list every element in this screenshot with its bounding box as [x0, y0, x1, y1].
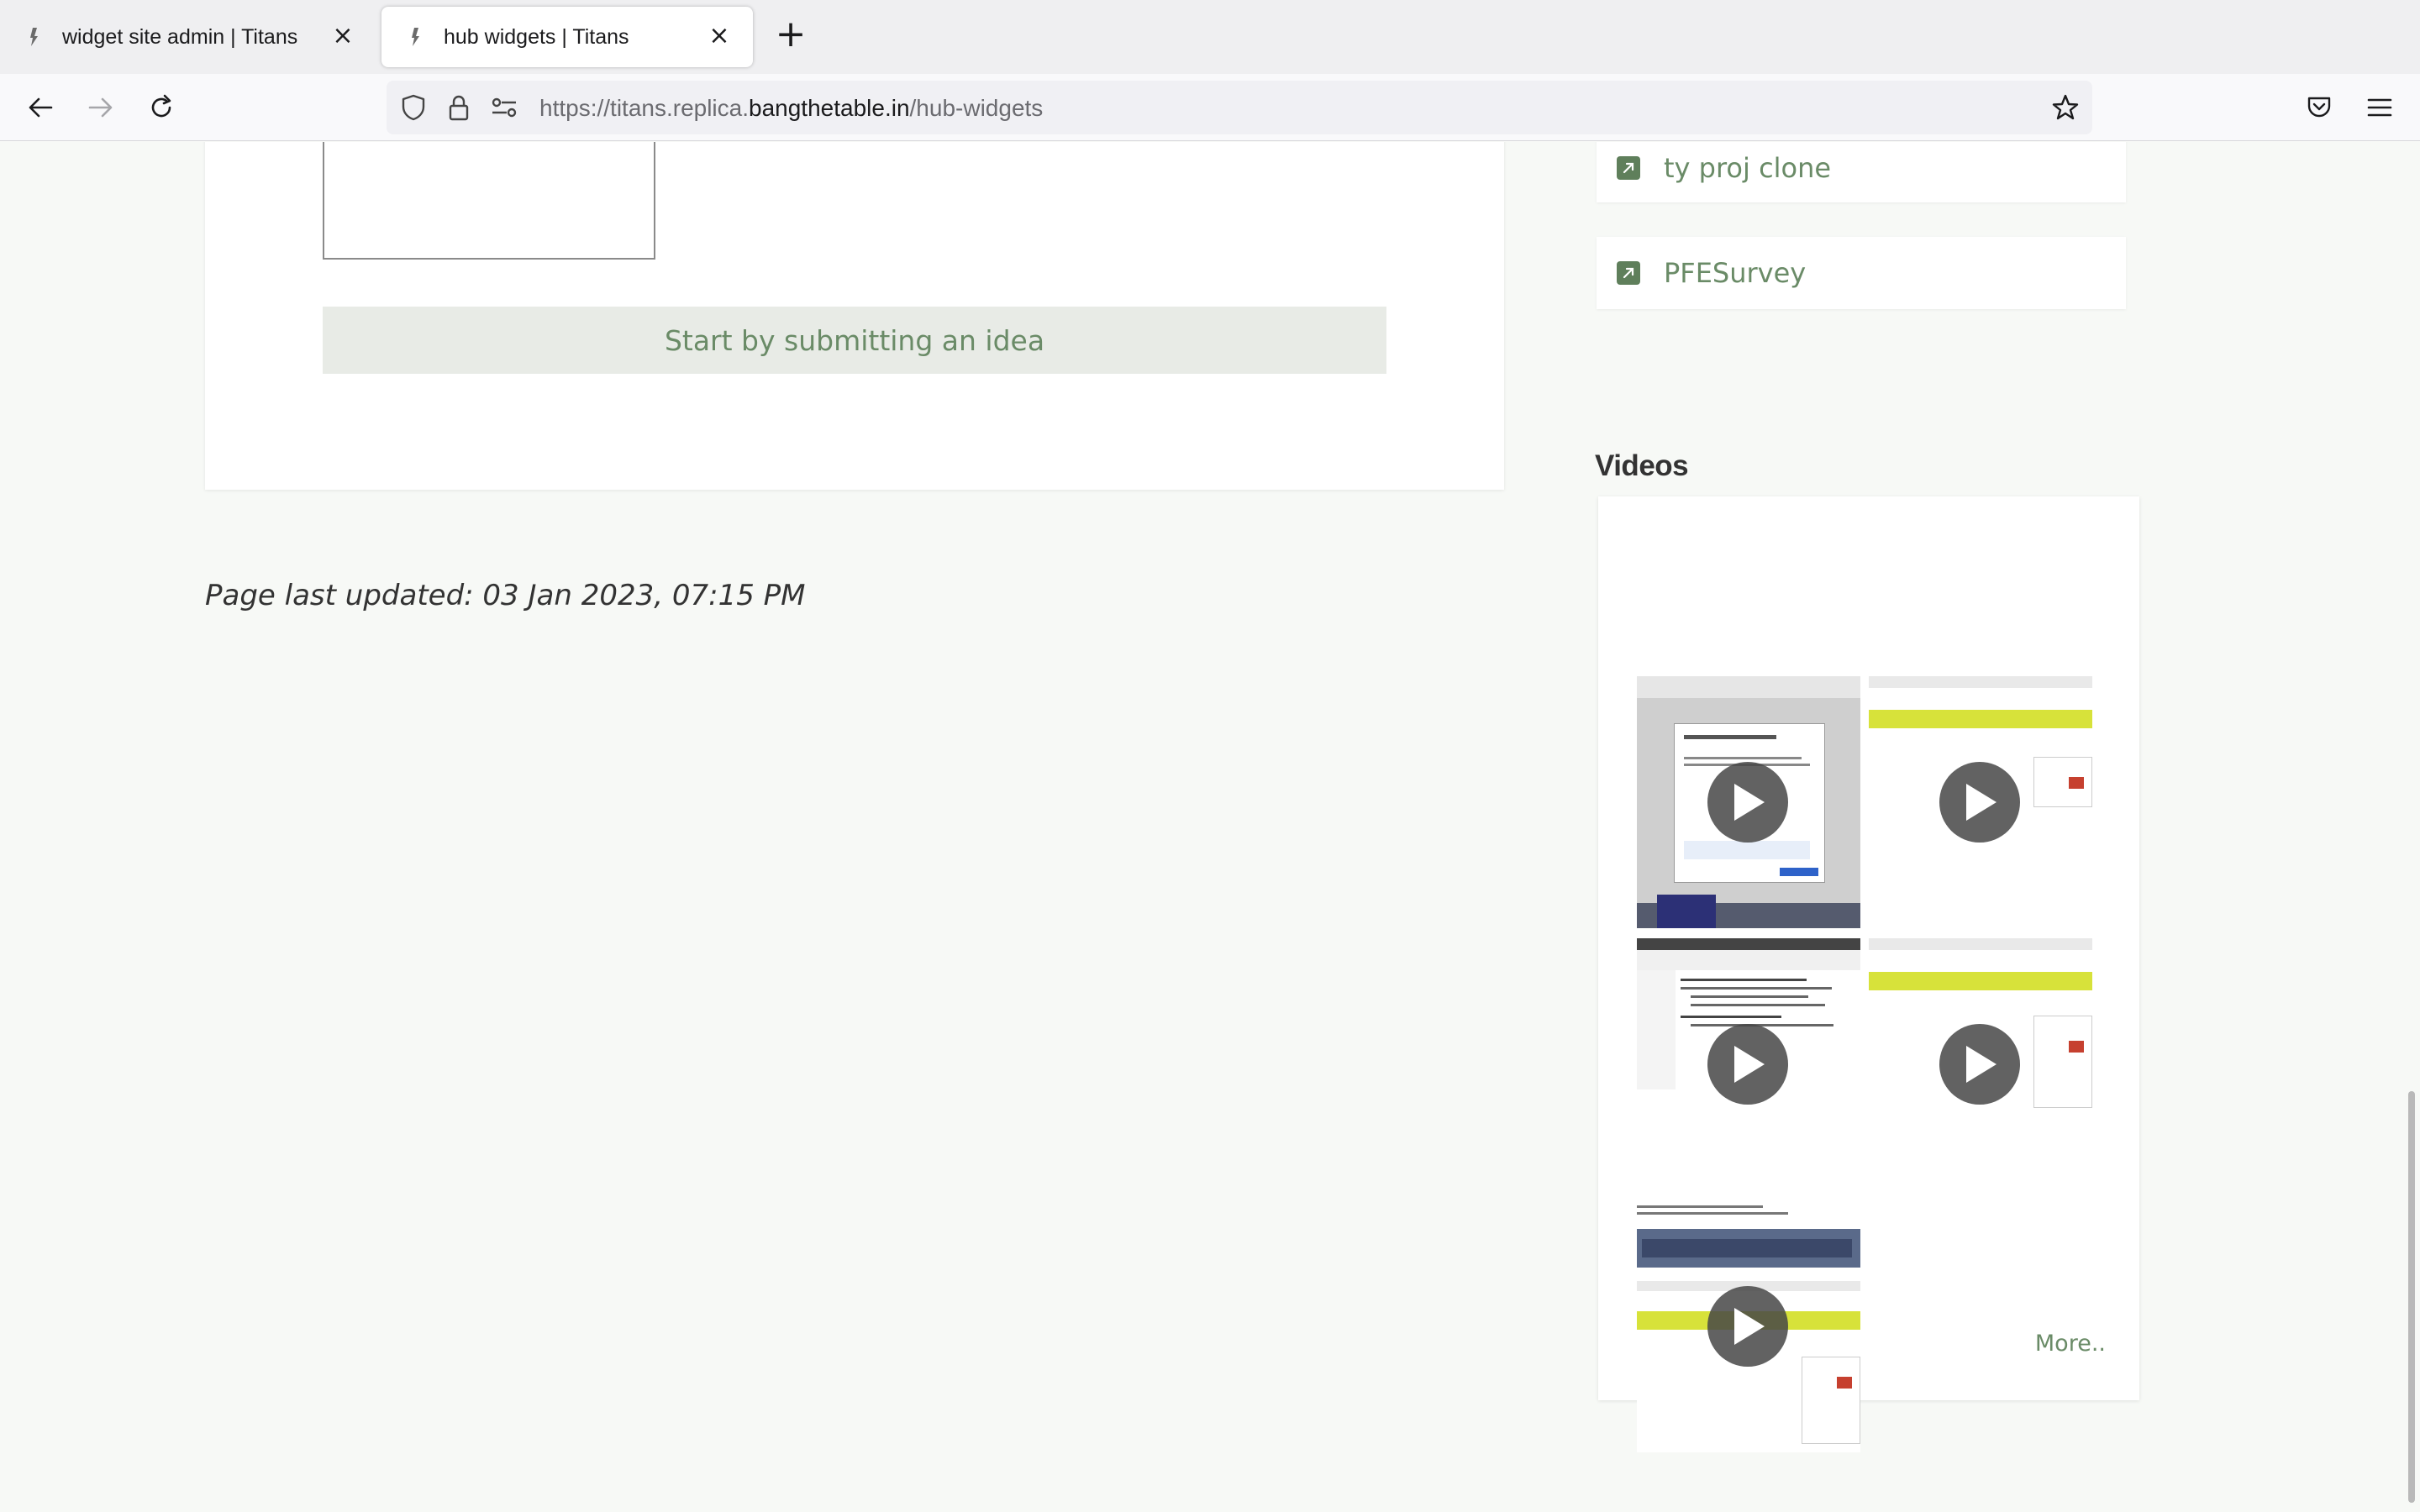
- forward-arrow-icon[interactable]: [81, 87, 121, 128]
- play-icon[interactable]: [1939, 762, 2020, 843]
- permissions-icon[interactable]: [489, 92, 519, 123]
- site-favicon-icon: [24, 26, 45, 48]
- submit-idea-button[interactable]: Start by submitting an idea: [323, 307, 1386, 374]
- reload-icon[interactable]: [141, 87, 182, 128]
- play-icon[interactable]: [1707, 1024, 1788, 1105]
- idea-image-placeholder: [323, 142, 655, 260]
- tab-widget-site-admin[interactable]: widget site admin | Titans ×: [0, 7, 376, 67]
- video-thumbnail[interactable]: [1869, 676, 2092, 928]
- menu-hamburger-icon[interactable]: [2360, 87, 2400, 128]
- new-tab-plus-icon[interactable]: +: [771, 16, 810, 55]
- project-link-pfesurvey[interactable]: PFESurvey: [1597, 237, 2126, 309]
- shield-icon[interactable]: [398, 92, 429, 123]
- play-icon[interactable]: [1707, 1286, 1788, 1367]
- close-icon[interactable]: ×: [706, 24, 733, 50]
- video-thumbnail[interactable]: [1869, 938, 2092, 1190]
- navigation-toolbar: https://titans.replica.bangthetable.in/h…: [0, 74, 2420, 141]
- videos-card: More..: [1598, 496, 2139, 1452]
- video-thumbnail[interactable]: [1637, 676, 1860, 928]
- url-path: /hub-widgets: [909, 95, 1044, 121]
- close-icon[interactable]: ×: [329, 24, 356, 50]
- external-link-icon: [1617, 261, 1640, 285]
- page-scrollbar[interactable]: [2403, 142, 2420, 1512]
- scrollbar-thumb[interactable]: [2408, 1091, 2415, 1503]
- tab-title: widget site admin | Titans: [62, 24, 298, 49]
- site-favicon-icon: [405, 26, 427, 48]
- video-thumbnail[interactable]: [1637, 938, 1860, 1190]
- videos-heading: Videos: [1595, 449, 1689, 482]
- back-arrow-icon[interactable]: [20, 87, 60, 128]
- tab-strip: widget site admin | Titans × hub widgets…: [0, 0, 2420, 74]
- url-text[interactable]: https://titans.replica.bangthetable.in/h…: [539, 95, 1043, 122]
- web-page: Start by submitting an idea Page last up…: [0, 142, 2403, 1512]
- play-icon[interactable]: [1939, 1024, 2020, 1105]
- videos-more-link[interactable]: More..: [2035, 1331, 2106, 1357]
- video-thumbnail[interactable]: [1637, 1200, 1860, 1452]
- project-link-ty-proj-clone[interactable]: ty proj clone: [1597, 142, 2126, 202]
- bookmark-star-icon[interactable]: [2050, 92, 2081, 123]
- url-host: bangthetable.in: [749, 95, 910, 121]
- lock-icon[interactable]: [444, 92, 474, 123]
- tab-title: hub widgets | Titans: [444, 24, 629, 49]
- address-bar[interactable]: https://titans.replica.bangthetable.in/h…: [387, 81, 2092, 134]
- tab-hub-widgets[interactable]: hub widgets | Titans ×: [381, 7, 753, 67]
- url-prefix: https://titans.replica.: [539, 95, 750, 121]
- pocket-icon[interactable]: [2299, 87, 2339, 128]
- ideas-card: Start by submitting an idea: [205, 142, 1504, 490]
- project-link-label: PFESurvey: [1664, 257, 1807, 289]
- page-last-updated: Page last updated: 03 Jan 2023, 07:15 PM: [205, 579, 806, 612]
- project-link-label: ty proj clone: [1664, 152, 1832, 184]
- play-icon[interactable]: [1707, 762, 1788, 843]
- external-link-icon: [1617, 156, 1640, 180]
